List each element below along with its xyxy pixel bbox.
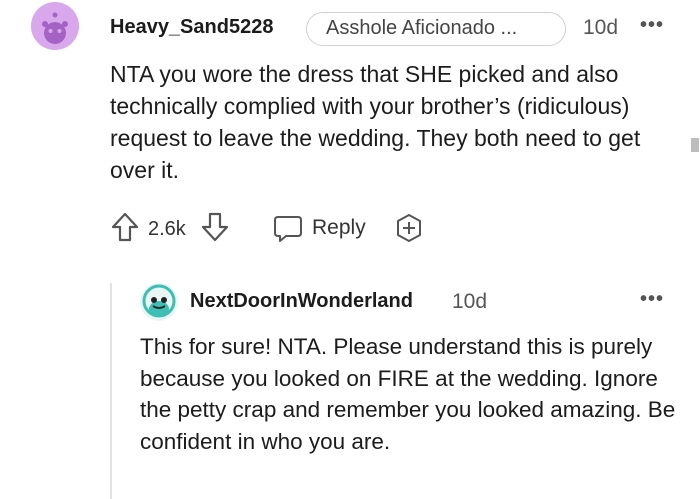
user-flair: Asshole Aficionado ... bbox=[306, 12, 566, 46]
reply-body: This for sure! NTA. Please understand th… bbox=[140, 334, 676, 454]
snoo-avatar-icon bbox=[140, 283, 178, 321]
upvote-icon bbox=[111, 212, 139, 242]
snoo-avatar-icon bbox=[31, 2, 79, 50]
thread-line[interactable] bbox=[110, 283, 112, 499]
reply-label: Reply bbox=[312, 216, 366, 239]
scrollbar-thumb[interactable] bbox=[691, 138, 699, 152]
award-button[interactable] bbox=[394, 213, 424, 243]
more-options-icon[interactable]: ••• bbox=[640, 14, 664, 37]
reply-user-avatar[interactable] bbox=[140, 283, 178, 321]
reply-icon bbox=[274, 216, 302, 242]
user-avatar[interactable] bbox=[31, 2, 79, 50]
comment-body: NTA you wore the dress that SHE picked a… bbox=[110, 61, 641, 183]
award-icon bbox=[397, 214, 421, 242]
reply-button[interactable]: Reply bbox=[272, 212, 382, 244]
comment-username[interactable]: Heavy_Sand5228 bbox=[110, 16, 273, 39]
downvote-icon bbox=[201, 212, 229, 242]
upvote-button[interactable] bbox=[110, 211, 140, 243]
reply-username[interactable]: NextDoorInWonderland bbox=[190, 290, 413, 313]
reply-timestamp[interactable]: 10d bbox=[452, 290, 487, 314]
more-options-icon[interactable]: ••• bbox=[640, 288, 664, 311]
vote-count: 2.6k bbox=[148, 218, 186, 240]
comment-timestamp[interactable]: 10d bbox=[583, 16, 618, 40]
downvote-button[interactable] bbox=[200, 211, 230, 243]
